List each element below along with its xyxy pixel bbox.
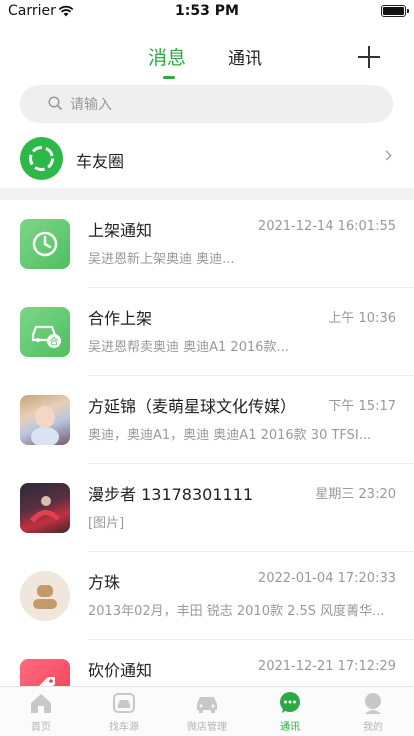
message-preview: 吴进恩帮卖奥迪 奥迪A1 2016款...	[88, 340, 289, 355]
message-time: 下午 15:17	[328, 399, 396, 414]
avatar	[20, 571, 70, 621]
message-item[interactable]: 合 合作上架 上午 10:36 吴进恩帮卖奥迪 奥迪A1 2016款...	[0, 288, 414, 376]
message-title: 合作上架	[88, 309, 153, 328]
message-preview: 2013年02月，丰田 锐志 2010款 2.5S 风度菁华...	[88, 604, 385, 619]
message-item[interactable]: 方珠 2022-01-04 17:20:33 2013年02月，丰田 锐志 20…	[0, 552, 414, 640]
avatar	[20, 395, 70, 445]
message-title: 漫步者 13178301111	[88, 485, 254, 504]
message-title: 砍价通知	[88, 661, 153, 680]
chevron-right-icon	[381, 150, 392, 161]
tab-contacts[interactable]: 通讯	[228, 44, 262, 69]
search-placeholder: 请输入	[70, 97, 112, 113]
message-time: 星期三 23:20	[315, 487, 396, 502]
tab-messages[interactable]: 消息	[148, 43, 186, 70]
message-item[interactable]: 方延锦（麦萌星球文化传媒） 下午 15:17 奥迪，奥迪A1，奥迪 奥迪A1 2…	[0, 376, 414, 464]
add-icon[interactable]	[358, 46, 380, 68]
message-item[interactable]: 砍价通知 2021-12-21 17:12:29	[0, 640, 414, 686]
top-header: 消息 通讯	[0, 36, 414, 80]
tab-label: 首页	[31, 722, 51, 733]
tab-mine[interactable]: 我的	[332, 687, 414, 736]
svg-text:合: 合	[49, 336, 58, 348]
bottom-tab-bar: 首页 找车源 微店管理 通讯 我的	[0, 686, 414, 736]
tab-contacts-bottom[interactable]: 通讯	[249, 687, 331, 736]
tab-label: 找车源	[109, 722, 139, 733]
car-icon	[197, 697, 217, 713]
moments-icon	[20, 137, 63, 180]
tab-find-car[interactable]: 找车源	[83, 687, 165, 736]
search-input[interactable]: 请输入	[20, 85, 393, 123]
battery-icon	[381, 5, 409, 17]
avatar	[20, 483, 70, 533]
clock-icon	[20, 219, 70, 269]
tab-label: 我的	[363, 722, 383, 733]
message-title: 方珠	[88, 573, 121, 592]
message-title: 方延锦（麦萌星球文化传媒）	[88, 397, 297, 416]
tag-icon	[20, 659, 70, 686]
status-bar: Carrier 1:53 PM	[0, 0, 414, 24]
moments-row[interactable]: 车友圈	[0, 135, 414, 183]
message-preview: 奥迪，奥迪A1，奥迪 奥迪A1 2016款 30 TFSI...	[88, 428, 372, 443]
message-item[interactable]: 漫步者 13178301111 星期三 23:20 [图片]	[0, 464, 414, 552]
tab-shop-manage[interactable]: 微店管理	[166, 687, 248, 736]
search-icon	[48, 96, 62, 110]
message-time: 上午 10:36	[328, 311, 396, 326]
section-divider	[0, 188, 414, 200]
active-tab-indicator	[163, 76, 175, 79]
profile-icon	[365, 693, 381, 714]
moments-label: 车友圈	[76, 152, 125, 171]
tab-label: 微店管理	[187, 722, 227, 733]
message-time: 2022-01-04 17:20:33	[257, 571, 396, 586]
message-time: 2021-12-21 17:12:29	[257, 659, 396, 674]
message-preview: 吴进恩新上架奥迪 奥迪...	[88, 252, 235, 267]
car-cooperate-icon: 合	[20, 307, 70, 357]
tab-label: 通讯	[280, 722, 300, 733]
home-icon	[31, 694, 51, 713]
message-preview: [图片]	[88, 516, 125, 531]
message-title: 上架通知	[88, 221, 153, 240]
chat-icon	[280, 692, 300, 713]
message-item[interactable]: 上架通知 2021-12-14 16:01:55 吴进恩新上架奥迪 奥迪...	[0, 200, 414, 288]
car-search-icon	[113, 693, 135, 713]
message-time: 2021-12-14 16:01:55	[257, 219, 396, 234]
tab-home[interactable]: 首页	[0, 687, 82, 736]
clock: 1:53 PM	[175, 3, 239, 19]
